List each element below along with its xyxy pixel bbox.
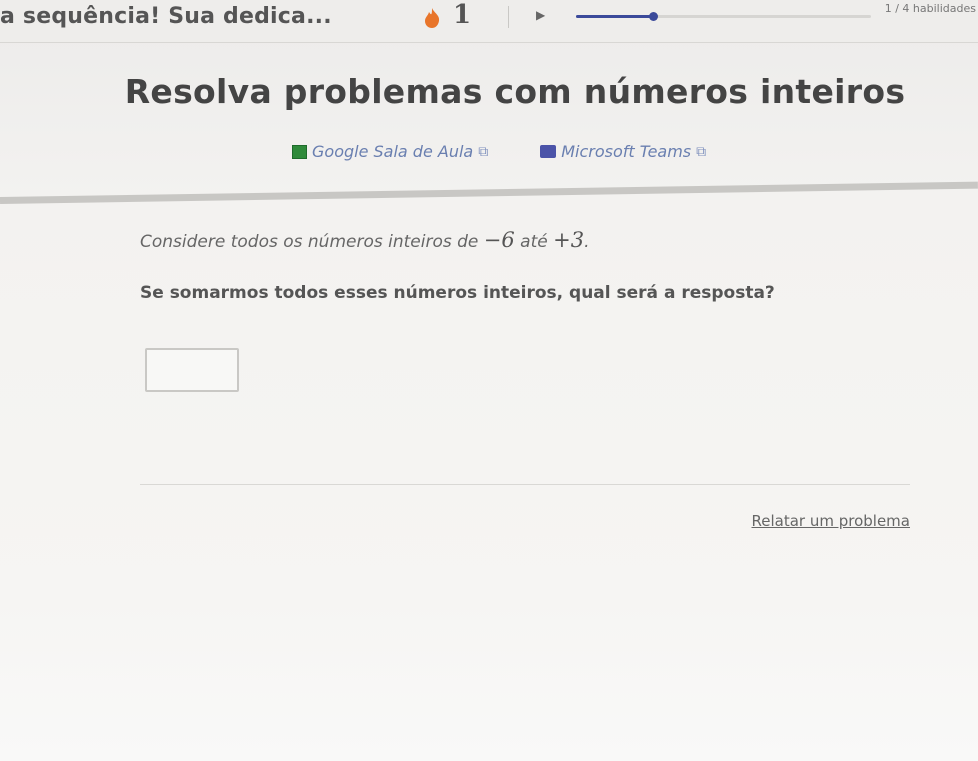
google-classroom-link[interactable]: Google Sala de Aula ⧉ <box>292 142 488 161</box>
separator <box>508 6 509 28</box>
top-bar: a sequência! Sua dedica... 1 ▶ 1 / 4 hab… <box>0 0 978 43</box>
question-intro: Considere todos os números inteiros de <box>140 232 479 252</box>
report-problem-link[interactable]: Relatar um problema <box>752 512 911 530</box>
flame-icon <box>425 8 440 28</box>
level-progress-fill <box>576 15 653 18</box>
level-progress-marker <box>648 12 658 21</box>
google-classroom-label: Google Sala de Aula <box>312 142 474 161</box>
page-title: Resolva problemas com números inteiros <box>124 72 906 111</box>
streak-message: a sequência! Sua dedica... <box>0 4 332 29</box>
exercise-page: a sequência! Sua dedica... 1 ▶ 1 / 4 hab… <box>0 0 978 761</box>
question-prompt: Se somarmos todos esses números inteiros… <box>140 283 775 303</box>
microsoft-teams-link[interactable]: Microsoft Teams ⧉ <box>540 142 706 161</box>
level-arrow-icon[interactable]: ▶ <box>536 8 545 22</box>
skills-count: 1 / 4 habilidades <box>884 2 976 15</box>
question-statement: Considere todos os números inteiros de −… <box>140 228 589 252</box>
microsoft-teams-icon <box>540 145 557 158</box>
question-end-punct: . <box>584 232 590 252</box>
footer-divider <box>140 484 910 485</box>
streak-count: 1 <box>453 0 472 30</box>
question-middle: até <box>520 232 548 252</box>
share-links: Google Sala de Aula ⧉ Microsoft Teams ⧉ <box>292 142 706 161</box>
external-link-icon: ⧉ <box>478 143 489 160</box>
microsoft-teams-label: Microsoft Teams <box>561 142 692 161</box>
end-value: +3 <box>553 228 585 252</box>
external-link-icon: ⧉ <box>696 143 707 160</box>
level-progress-bar <box>576 12 871 21</box>
answer-input[interactable] <box>145 348 239 392</box>
google-classroom-icon <box>292 144 307 159</box>
start-value: −6 <box>483 228 515 252</box>
header-divider <box>0 181 978 204</box>
